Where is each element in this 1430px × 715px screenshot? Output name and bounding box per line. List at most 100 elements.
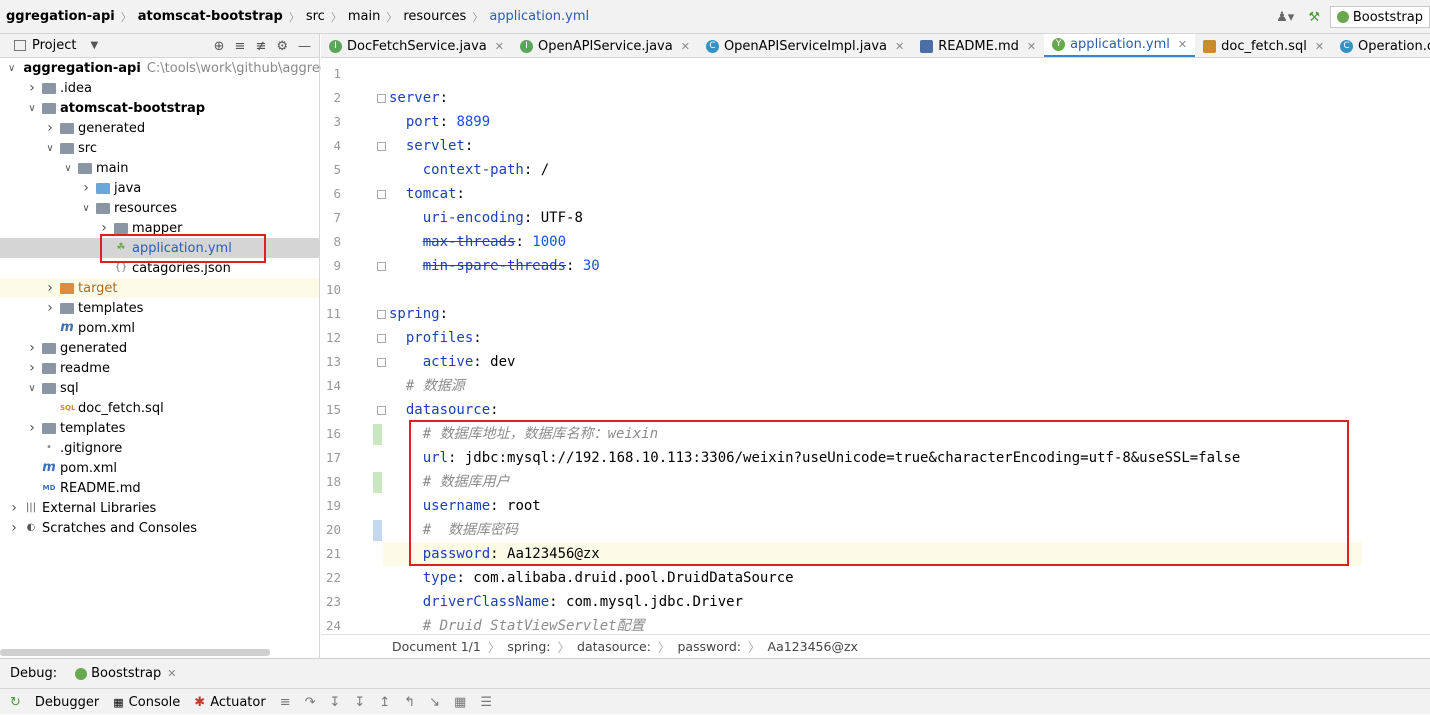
code-token: : dev — [473, 354, 516, 370]
breadcrumb-item[interactable]: main — [342, 9, 386, 24]
chevron-down-icon[interactable]: ∨ — [80, 203, 92, 214]
close-icon[interactable]: ✕ — [167, 667, 176, 680]
tab-console[interactable]: ▦ Console — [113, 695, 180, 710]
user-icon[interactable]: ♟▾ — [1276, 10, 1294, 25]
editor-tab[interactable]: Yapplication.yml ✕ — [1044, 34, 1196, 57]
tree-item[interactable]: m pom.xml — [0, 318, 319, 338]
rerun-icon[interactable]: ↻ — [10, 695, 21, 710]
run-to-cursor-icon[interactable]: ↘ — [429, 695, 440, 710]
force-step-into-icon[interactable]: ↧ — [354, 695, 365, 710]
code-editor[interactable]: 1 2 3 4 5 6 7 8 9 10 11 12 13 14 15 16 17 18 19 20 21 22 23 24 … — [321, 58, 1430, 634]
status-path-item[interactable]: Document 1/1 — [392, 639, 481, 654]
chevron-right-icon[interactable]: › — [26, 420, 38, 436]
expand-all-icon[interactable]: ≡ — [235, 39, 246, 54]
gear-icon[interactable]: ⚙ — [276, 39, 288, 54]
fold-marker-icon[interactable] — [377, 358, 386, 367]
trace-icon[interactable]: ☰ — [480, 695, 492, 710]
chevron-down-icon[interactable]: ∨ — [62, 163, 74, 174]
tree-item[interactable]: ∨ sql — [0, 378, 319, 398]
status-path-item[interactable]: Aa123456@zx — [768, 639, 858, 654]
chevron-right-icon[interactable]: › — [26, 360, 38, 376]
close-tab-icon[interactable]: ✕ — [1315, 40, 1324, 53]
breadcrumb-item[interactable]: resources — [397, 9, 472, 24]
tab-debugger[interactable]: Debugger — [35, 695, 99, 710]
breadcrumb-item[interactable]: application.yml — [483, 9, 595, 24]
chevron-right-icon[interactable]: › — [44, 300, 56, 316]
chevron-right-icon[interactable]: › — [8, 520, 20, 536]
tree-item[interactable]: ∨ main — [0, 158, 319, 178]
chevron-right-icon[interactable]: › — [80, 180, 92, 196]
tree-item[interactable]: › ||| External Libraries — [0, 498, 319, 518]
chevron-down-icon[interactable]: ▼ — [90, 40, 98, 51]
status-path-item[interactable]: password: — [677, 639, 741, 654]
hammer-build-icon[interactable]: ⚒ — [1308, 10, 1320, 25]
tree-item-label: doc_fetch.sql — [78, 400, 164, 416]
step-into-icon[interactable]: ↧ — [330, 695, 341, 710]
menu-icon[interactable]: ≡ — [280, 695, 291, 710]
fold-marker-icon[interactable] — [377, 406, 386, 415]
line-number: 6 — [333, 186, 341, 201]
fold-marker-icon[interactable] — [377, 262, 386, 271]
tab-actuator[interactable]: ✱ Actuator — [194, 695, 265, 710]
editor-tab[interactable]: I OpenAPIService.java ✕ — [512, 34, 698, 57]
tree-item[interactable]: • .gitignore — [0, 438, 319, 458]
chevron-right-icon[interactable]: › — [26, 80, 38, 96]
fold-marker-icon[interactable] — [377, 190, 386, 199]
breadcrumb-item[interactable]: ggregation-api — [0, 9, 121, 24]
fold-marker-icon[interactable] — [377, 94, 386, 103]
tree-item[interactable]: › ◐ Scratches and Consoles — [0, 518, 319, 538]
tree-item[interactable]: › readme — [0, 358, 319, 378]
project-view-select[interactable]: Project — [32, 38, 76, 53]
close-tab-icon[interactable]: ✕ — [1178, 38, 1187, 51]
tree-item[interactable]: › .idea — [0, 78, 319, 98]
editor-tab[interactable]: README.md ✕ — [912, 34, 1044, 57]
tree-item[interactable]: › generated — [0, 338, 319, 358]
drop-frame-icon[interactable]: ↰ — [404, 695, 415, 710]
tree-item[interactable]: ∨ resources — [0, 198, 319, 218]
tree-item[interactable]: › generated — [0, 118, 319, 138]
chevron-down-icon[interactable]: ∨ — [26, 383, 38, 394]
tree-item[interactable]: MD README.md — [0, 478, 319, 498]
horizontal-scrollbar[interactable] — [0, 649, 270, 656]
tree-item[interactable]: SQL doc_fetch.sql — [0, 398, 319, 418]
fold-marker-icon[interactable] — [377, 142, 386, 151]
tree-item[interactable]: m pom.xml — [0, 458, 319, 478]
breadcrumb-item[interactable]: atomscat-bootstrap — [132, 9, 289, 24]
run-configuration-select[interactable]: Booststrap — [1330, 6, 1430, 28]
fold-marker-icon[interactable] — [377, 310, 386, 319]
locate-icon[interactable]: ⊕ — [214, 39, 225, 54]
close-tab-icon[interactable]: ✕ — [495, 40, 504, 53]
chevron-right-icon[interactable]: › — [8, 500, 20, 516]
status-path-item[interactable]: datasource: — [577, 639, 651, 654]
editor-tab[interactable]: C OpenAPIServiceImpl.java ✕ — [698, 34, 912, 57]
chevron-down-icon[interactable]: ∨ — [44, 143, 56, 154]
tree-item[interactable]: › templates — [0, 298, 319, 318]
close-tab-icon[interactable]: ✕ — [681, 40, 690, 53]
chevron-right-icon[interactable]: › — [44, 120, 56, 136]
tree-item[interactable]: ∨ aggregation-api C:\tools\work\github\agg… — [0, 58, 328, 78]
hide-icon[interactable]: — — [298, 39, 311, 54]
collapse-all-icon[interactable]: ≢ — [255, 39, 266, 54]
chevron-down-icon[interactable]: ∨ — [8, 63, 15, 74]
tree-item[interactable]: ∨ src — [0, 138, 319, 158]
step-out-icon[interactable]: ↥ — [379, 695, 390, 710]
breadcrumb-item[interactable]: src — [300, 9, 331, 24]
chevron-down-icon[interactable]: ∨ — [26, 103, 38, 114]
step-over-icon[interactable]: ↷ — [305, 695, 316, 710]
fold-marker-icon[interactable] — [377, 334, 386, 343]
chevron-right-icon[interactable]: › — [44, 280, 56, 296]
tree-item[interactable]: › java — [0, 178, 319, 198]
debug-session-tab[interactable]: Booststrap — [91, 666, 161, 681]
status-path-item[interactable]: spring: — [507, 639, 550, 654]
editor-tab[interactable]: COperation.class✕ — [1332, 34, 1430, 57]
editor-tab[interactable]: I DocFetchService.java ✕ — [321, 34, 512, 57]
close-tab-icon[interactable]: ✕ — [1027, 40, 1036, 53]
tree-item[interactable]: › templates — [0, 418, 319, 438]
evaluate-icon[interactable]: ▦ — [454, 695, 466, 710]
chevron-right-icon[interactable]: › — [26, 340, 38, 356]
close-tab-icon[interactable]: ✕ — [895, 40, 904, 53]
tree-item[interactable]: ∨ atomscat-bootstrap — [0, 98, 319, 118]
tree-item[interactable]: › target — [0, 278, 319, 298]
editor-tab[interactable]: doc_fetch.sql ✕ — [1195, 34, 1332, 57]
